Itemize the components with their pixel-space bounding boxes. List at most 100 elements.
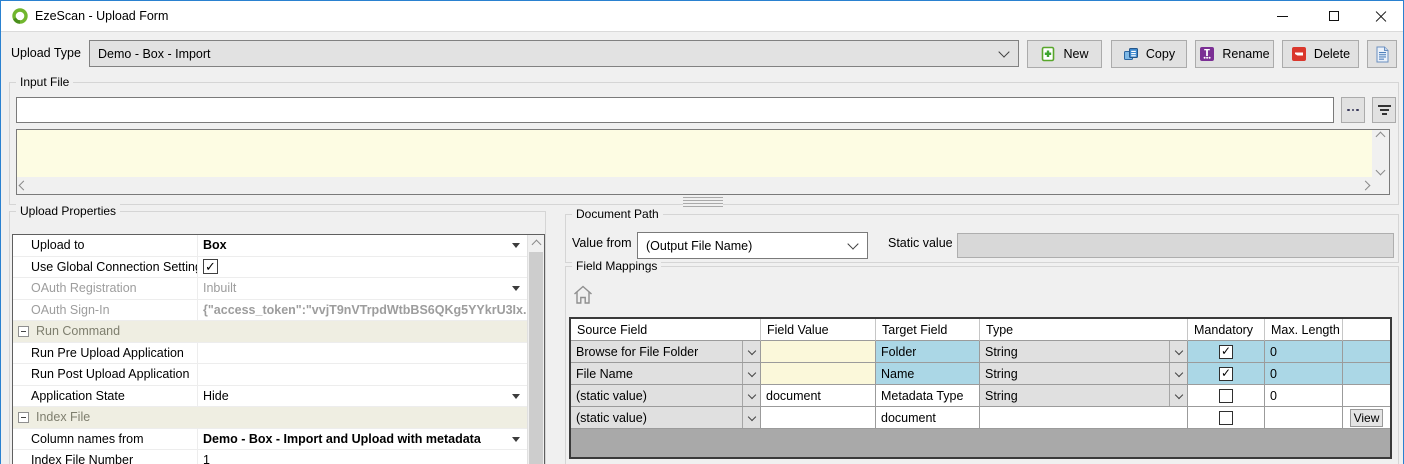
- fm-cell-source[interactable]: Browse for File Folder: [571, 341, 761, 363]
- property-value[interactable]: Demo - Box - Import and Upload with meta…: [198, 429, 527, 450]
- value-from-select[interactable]: (Output File Name): [637, 232, 868, 259]
- rename-button[interactable]: Rename: [1195, 40, 1274, 68]
- fm-cell-mandatory[interactable]: [1188, 385, 1265, 407]
- dropdown-arrow-icon[interactable]: [512, 243, 520, 248]
- chevron-down-icon[interactable]: [742, 341, 760, 362]
- fm-cell-field-value[interactable]: [761, 407, 876, 429]
- delete-button[interactable]: Delete: [1282, 40, 1359, 68]
- fm-cell-mandatory[interactable]: [1188, 341, 1265, 363]
- fm-cell-max-length[interactable]: [1265, 407, 1343, 429]
- fm-cell-max-length[interactable]: 0: [1265, 363, 1343, 385]
- fm-cell-target[interactable]: document: [876, 407, 980, 429]
- scroll-down-icon[interactable]: [1376, 166, 1386, 176]
- chevron-down-icon[interactable]: [742, 363, 760, 384]
- home-button[interactable]: [570, 283, 596, 309]
- fm-cell-field-value[interactable]: [761, 363, 876, 385]
- minimize-button[interactable]: [1259, 1, 1305, 31]
- fm-cell-mandatory[interactable]: [1188, 363, 1265, 385]
- copy-button[interactable]: Copy: [1111, 40, 1187, 68]
- property-row[interactable]: Run Post Upload Application: [13, 364, 527, 386]
- fm-cell-max-length[interactable]: 0: [1265, 341, 1343, 363]
- fm-cell-field-value[interactable]: document: [761, 385, 876, 407]
- collapse-icon[interactable]: [18, 412, 29, 423]
- close-button[interactable]: [1358, 1, 1404, 31]
- fm-cell-type[interactable]: [980, 407, 1188, 429]
- scroll-right-icon[interactable]: [1361, 181, 1371, 191]
- fm-cell-target[interactable]: Folder: [876, 341, 980, 363]
- checkbox[interactable]: [1219, 367, 1233, 381]
- property-row[interactable]: Upload toBox: [13, 235, 527, 257]
- fm-cell-type[interactable]: String: [980, 385, 1188, 407]
- fm-cell-type[interactable]: String: [980, 363, 1188, 385]
- fm-cell-target[interactable]: Metadata Type: [876, 385, 980, 407]
- fm-cell-field-value[interactable]: [761, 341, 876, 363]
- dropdown-arrow-icon[interactable]: [512, 286, 520, 291]
- property-name: Column names from: [13, 429, 198, 450]
- scroll-left-icon[interactable]: [19, 181, 29, 191]
- fm-cell-type[interactable]: String: [980, 341, 1188, 363]
- fm-cell-action: [1343, 363, 1390, 385]
- vertical-scrollbar[interactable]: [1372, 130, 1389, 177]
- chevron-down-icon[interactable]: [742, 407, 760, 428]
- view-button[interactable]: View: [1350, 409, 1383, 427]
- property-row[interactable]: Index File Number1: [13, 450, 527, 464]
- browse-button[interactable]: [1341, 97, 1365, 123]
- document-icon: [1375, 46, 1390, 63]
- checkbox[interactable]: [203, 259, 218, 274]
- property-group-row[interactable]: Index File: [13, 407, 527, 429]
- filter-button[interactable]: [1372, 97, 1396, 123]
- fm-cell-source[interactable]: File Name: [571, 363, 761, 385]
- property-value[interactable]: Hide: [198, 386, 527, 407]
- property-row[interactable]: Application StateHide: [13, 386, 527, 408]
- checkbox[interactable]: [1219, 345, 1233, 359]
- checkbox[interactable]: [1219, 411, 1233, 425]
- collapse-icon[interactable]: [18, 326, 29, 337]
- input-preview-area[interactable]: [17, 130, 1372, 177]
- ezescan-upload-form-window: EzeScan - Upload Form Upload Type Demo -…: [0, 0, 1404, 464]
- grid-scrollbar[interactable]: [527, 235, 544, 464]
- horizontal-scrollbar[interactable]: [17, 177, 1372, 194]
- property-row[interactable]: Column names fromDemo - Box - Import and…: [13, 429, 527, 451]
- fm-header-cell: Target Field: [876, 319, 980, 341]
- upload-type-select[interactable]: Demo - Box - Import: [89, 40, 1019, 67]
- upload-properties-group: Upload Properties Upload toBoxUse Global…: [9, 211, 546, 464]
- delete-button-label: Delete: [1314, 47, 1350, 61]
- notes-button[interactable]: [1367, 40, 1397, 68]
- property-row[interactable]: Use Global Connection Settings: [13, 257, 527, 279]
- new-button[interactable]: New: [1027, 40, 1102, 68]
- property-row[interactable]: Run Pre Upload Application: [13, 343, 527, 365]
- maximize-button[interactable]: [1311, 1, 1357, 31]
- property-value[interactable]: 1: [198, 450, 527, 464]
- property-value[interactable]: [198, 257, 527, 278]
- fm-cell-source[interactable]: (static value): [571, 407, 761, 429]
- field-mappings-group-label: Field Mappings: [572, 259, 661, 273]
- chevron-down-icon[interactable]: [1169, 363, 1187, 384]
- splitter-handle[interactable]: [683, 197, 723, 207]
- property-value[interactable]: [198, 343, 527, 364]
- fm-cell-source[interactable]: (static value): [571, 385, 761, 407]
- input-file-field[interactable]: [16, 97, 1334, 123]
- property-value[interactable]: {"access_token":"vvjT9nVTrpdWtbBS6QKg5YY…: [198, 300, 527, 321]
- dropdown-arrow-icon[interactable]: [512, 394, 520, 399]
- chevron-down-icon[interactable]: [1169, 385, 1187, 406]
- chevron-down-icon[interactable]: [1169, 341, 1187, 362]
- property-value[interactable]: Box: [198, 235, 527, 256]
- property-row[interactable]: OAuth Sign-In{"access_token":"vvjT9nVTrp…: [13, 300, 527, 322]
- chevron-down-icon[interactable]: [742, 385, 760, 406]
- property-value[interactable]: [198, 364, 527, 385]
- checkbox[interactable]: [1219, 389, 1233, 403]
- property-group-row[interactable]: Run Command: [13, 321, 527, 343]
- scroll-up-icon[interactable]: [531, 240, 541, 250]
- dropdown-arrow-icon[interactable]: [512, 437, 520, 442]
- scrollbar-thumb[interactable]: [529, 252, 543, 464]
- fm-row: Browse for File Folder FolderString 0: [571, 341, 1390, 363]
- fm-cell-max-length[interactable]: 0: [1265, 385, 1343, 407]
- property-value[interactable]: Inbuilt: [198, 278, 527, 299]
- scroll-up-icon[interactable]: [1376, 132, 1386, 142]
- property-name: Run Post Upload Application: [13, 364, 198, 385]
- fm-cell-target[interactable]: Name: [876, 363, 980, 385]
- fm-header-cell: Source Field: [571, 319, 761, 341]
- fm-cell-mandatory[interactable]: [1188, 407, 1265, 429]
- property-row[interactable]: OAuth RegistrationInbuilt: [13, 278, 527, 300]
- upload-type-label: Upload Type: [11, 46, 81, 60]
